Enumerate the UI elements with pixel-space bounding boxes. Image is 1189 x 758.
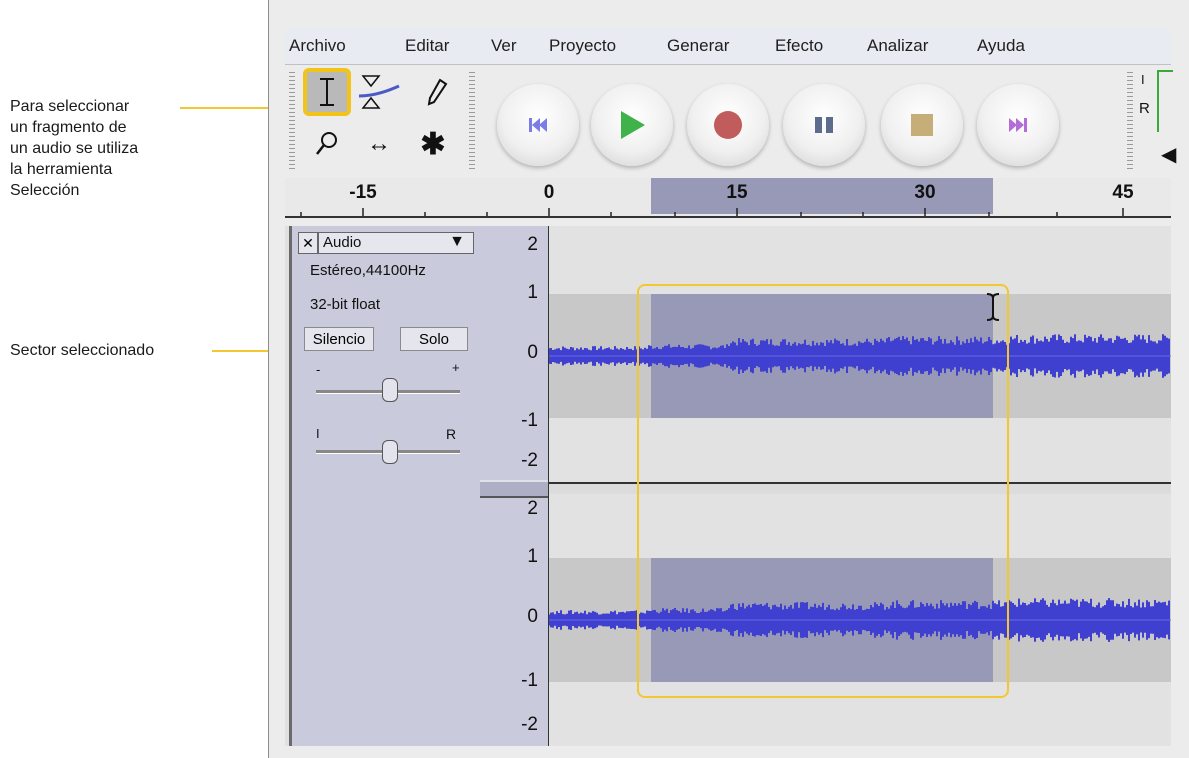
menu-editar[interactable]: Editar — [405, 36, 449, 56]
pan-right-label: R — [446, 426, 457, 442]
channel-divider — [480, 480, 548, 498]
zoom-tool-button[interactable] — [303, 120, 351, 168]
record-icon — [714, 111, 742, 139]
track-area: ✕ Audio ▼ Estéreo,44100Hz 32-bit float S… — [285, 226, 1171, 746]
vruler-label: 0 — [527, 342, 538, 363]
menu-proyecto[interactable]: Proyecto — [549, 36, 616, 56]
multi-tool-button[interactable]: ✱ — [409, 120, 457, 168]
vruler-label: 1 — [527, 546, 538, 567]
gain-minus-label: - — [316, 362, 321, 377]
stop-button[interactable] — [881, 84, 963, 166]
menu-efecto[interactable]: Efecto — [775, 36, 823, 56]
solo-button[interactable]: Solo — [400, 327, 468, 351]
timeline-ruler[interactable]: -15 0 15 30 45 — [285, 178, 1171, 218]
vruler-label: -1 — [521, 410, 538, 431]
selection-tool-button[interactable] — [303, 68, 351, 116]
track-name-dropdown[interactable]: Audio ▼ — [318, 232, 474, 254]
draw-tool-button[interactable] — [413, 68, 461, 116]
vruler-label: -1 — [521, 670, 538, 691]
meter-bar — [1157, 70, 1173, 132]
record-button[interactable] — [687, 84, 769, 166]
menu-archivo[interactable]: Archivo — [289, 36, 346, 56]
i-beam-icon — [320, 78, 334, 106]
menu-ayuda[interactable]: Ayuda — [977, 36, 1025, 56]
magnifier-icon — [316, 132, 337, 155]
skip-start-icon — [529, 118, 547, 132]
vruler-label: 2 — [527, 498, 538, 519]
callout-line-4: la herramienta — [10, 161, 113, 178]
menu-ver[interactable]: Ver — [491, 36, 517, 56]
toolbar-grip[interactable] — [289, 72, 295, 172]
skip-start-button[interactable] — [497, 84, 579, 166]
amplitude-ruler: 2 1 0 -1 -2 2 1 0 -1 -2 — [480, 226, 549, 746]
envelope-icon — [358, 75, 400, 109]
callout-line-1: Para seleccionar — [10, 98, 130, 115]
skip-end-button[interactable] — [977, 84, 1059, 166]
play-button[interactable] — [591, 84, 673, 166]
vruler-label: 0 — [527, 606, 538, 627]
menu-generar[interactable]: Generar — [667, 36, 729, 56]
gain-plus-label: + — [452, 360, 460, 375]
pencil-icon — [427, 78, 448, 106]
play-icon — [621, 111, 645, 139]
vruler-label: -2 — [521, 714, 538, 735]
track-name: Audio — [323, 234, 362, 251]
stop-icon — [911, 114, 933, 136]
callout-line-3: un audio se utiliza — [10, 140, 139, 157]
speaker-icon: ◀ — [1161, 144, 1177, 166]
callout-line-5: Selección — [10, 182, 80, 199]
meter-toolbar: I R ◀ — [1137, 70, 1176, 170]
meter-right-label: R — [1139, 100, 1150, 117]
vruler-label: 1 — [527, 282, 538, 303]
gain-slider-thumb[interactable] — [382, 378, 398, 402]
menu-analizar[interactable]: Analizar — [867, 36, 928, 56]
toolbar: ↔ ✱ I R ◀ — [285, 66, 1176, 178]
track-control-panel: ✕ Audio ▼ Estéreo,44100Hz 32-bit float S… — [289, 226, 482, 746]
vruler-label: 2 — [527, 234, 538, 255]
pause-button[interactable] — [783, 84, 865, 166]
envelope-tool-button[interactable] — [355, 68, 403, 116]
audacity-window: Archivo Editar Ver Proyecto Generar Efec… — [268, 0, 1189, 758]
track-bitdepth: 32-bit float — [310, 296, 381, 313]
callout-line-2: un fragmento de — [10, 119, 127, 136]
text-cursor-icon — [986, 293, 1000, 321]
track-format: Estéreo,44100Hz — [310, 262, 426, 279]
vruler-label: -2 — [521, 450, 538, 471]
menu-bar: Archivo Editar Ver Proyecto Generar Efec… — [285, 28, 1171, 65]
track-close-button[interactable]: ✕ — [298, 232, 318, 254]
transport-grip[interactable] — [469, 72, 475, 172]
timeshift-tool-button[interactable]: ↔ — [355, 120, 403, 168]
dropdown-arrow-icon: ▼ — [449, 233, 465, 250]
skip-end-icon — [1009, 118, 1027, 132]
meter-left-label: I — [1141, 72, 1145, 87]
ruler-ticks — [300, 208, 1124, 216]
selection-highlight-box — [637, 284, 1009, 698]
selection-callout: Sector seleccionado — [10, 342, 155, 359]
pause-icon — [815, 117, 833, 133]
pan-left-label: I — [316, 426, 320, 441]
meter-grip[interactable] — [1127, 72, 1133, 172]
mute-button[interactable]: Silencio — [304, 327, 374, 351]
pan-slider-thumb[interactable] — [382, 440, 398, 464]
selection-tool-callout: Para seleccionar un fragmento de un audi… — [10, 96, 138, 201]
